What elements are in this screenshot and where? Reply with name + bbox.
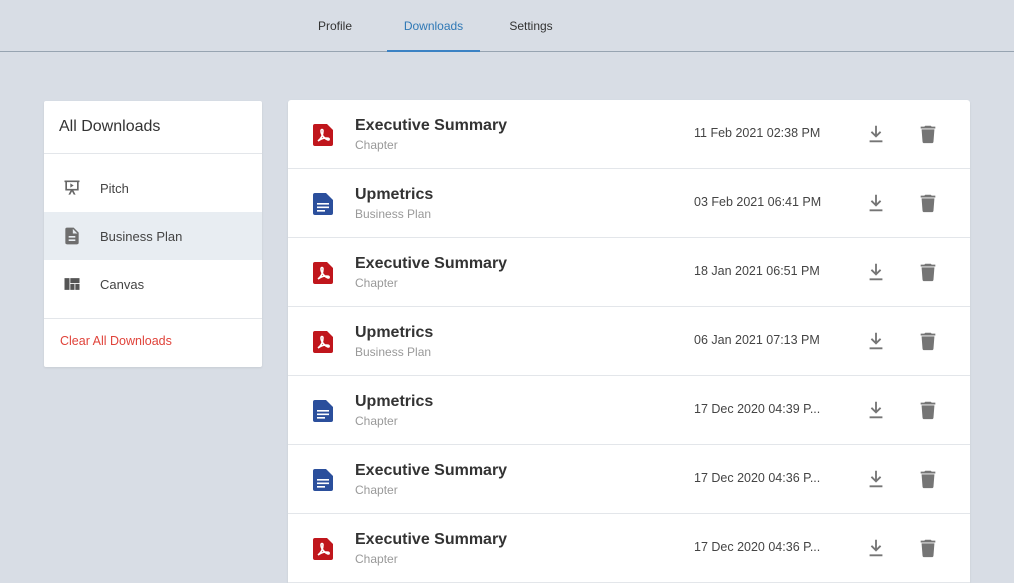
download-date: 17 Dec 2020 04:36 P... xyxy=(694,540,821,554)
download-icon[interactable] xyxy=(865,537,887,559)
sidebar-title: All Downloads xyxy=(44,101,262,154)
download-date: 11 Feb 2021 02:38 PM xyxy=(694,126,821,140)
sidebar-item-label: Pitch xyxy=(100,180,129,196)
presentation-icon xyxy=(62,178,82,198)
pdf-icon xyxy=(313,331,333,353)
download-subtitle: Chapter xyxy=(355,138,398,152)
download-title: Executive Summary xyxy=(355,531,508,548)
download-icon[interactable] xyxy=(865,261,887,283)
list-item: Executive Summary Chapter 17 Dec 2020 04… xyxy=(288,445,970,514)
download-date: 17 Dec 2020 04:36 P... xyxy=(694,471,821,485)
delete-icon[interactable] xyxy=(917,261,939,283)
downloads-sidebar: All Downloads Pitch Business Plan Canvas… xyxy=(44,101,262,367)
tab-settings[interactable]: Settings xyxy=(500,0,562,51)
sidebar-item-label: Canvas xyxy=(100,276,145,292)
download-date: 06 Jan 2021 07:13 PM xyxy=(694,333,820,347)
download-icon[interactable] xyxy=(865,192,887,214)
download-icon[interactable] xyxy=(865,330,887,352)
sidebar-item-canvas[interactable]: Canvas xyxy=(44,260,262,308)
download-title: Executive Summary xyxy=(355,117,508,134)
doc-icon xyxy=(313,193,333,215)
download-subtitle: Chapter xyxy=(355,276,398,290)
download-date: 03 Feb 2021 06:41 PM xyxy=(694,195,822,209)
download-title: Upmetrics xyxy=(355,393,434,410)
tab-bar: Profile Downloads Settings xyxy=(0,0,1014,52)
delete-icon[interactable] xyxy=(917,537,939,559)
delete-icon[interactable] xyxy=(917,192,939,214)
downloads-list: Executive Summary Chapter 11 Feb 2021 02… xyxy=(288,100,970,583)
tab-profile[interactable]: Profile xyxy=(306,0,364,51)
tab-downloads[interactable]: Downloads xyxy=(387,0,480,52)
download-title: Upmetrics xyxy=(355,324,434,341)
sidebar-item-business-plan[interactable]: Business Plan xyxy=(44,212,262,260)
list-item: Upmetrics Business Plan 03 Feb 2021 06:4… xyxy=(288,169,970,238)
list-item: Executive Summary Chapter 17 Dec 2020 04… xyxy=(288,514,970,583)
sidebar-item-pitch[interactable]: Pitch xyxy=(44,164,262,212)
sidebar-divider xyxy=(44,318,262,319)
pdf-icon xyxy=(313,124,333,146)
canvas-grid-icon xyxy=(62,274,82,294)
download-date: 18 Jan 2021 06:51 PM xyxy=(694,264,820,278)
sidebar-item-label: Business Plan xyxy=(100,228,183,244)
download-icon[interactable] xyxy=(865,399,887,421)
download-title: Executive Summary xyxy=(355,255,508,272)
list-item: Upmetrics Chapter 17 Dec 2020 04:39 P... xyxy=(288,376,970,445)
list-item: Executive Summary Chapter 11 Feb 2021 02… xyxy=(288,100,970,169)
download-date: 17 Dec 2020 04:39 P... xyxy=(694,402,821,416)
download-subtitle: Business Plan xyxy=(355,207,432,221)
download-subtitle: Business Plan xyxy=(355,345,432,359)
delete-icon[interactable] xyxy=(917,330,939,352)
sidebar-list: Pitch Business Plan Canvas xyxy=(44,154,262,308)
list-item: Upmetrics Business Plan 06 Jan 2021 07:1… xyxy=(288,307,970,376)
delete-icon[interactable] xyxy=(917,399,939,421)
delete-icon[interactable] xyxy=(917,468,939,490)
pdf-icon xyxy=(313,262,333,284)
doc-icon xyxy=(313,469,333,491)
download-subtitle: Chapter xyxy=(355,483,398,497)
download-icon[interactable] xyxy=(865,468,887,490)
clear-all-downloads-link[interactable]: Clear All Downloads xyxy=(60,334,172,348)
doc-icon xyxy=(313,400,333,422)
download-icon[interactable] xyxy=(865,123,887,145)
document-icon xyxy=(62,226,82,246)
download-title: Upmetrics xyxy=(355,186,434,203)
download-subtitle: Chapter xyxy=(355,552,398,566)
delete-icon[interactable] xyxy=(917,123,939,145)
download-title: Executive Summary xyxy=(355,462,508,479)
list-item: Executive Summary Chapter 18 Jan 2021 06… xyxy=(288,238,970,307)
pdf-icon xyxy=(313,538,333,560)
download-subtitle: Chapter xyxy=(355,414,398,428)
